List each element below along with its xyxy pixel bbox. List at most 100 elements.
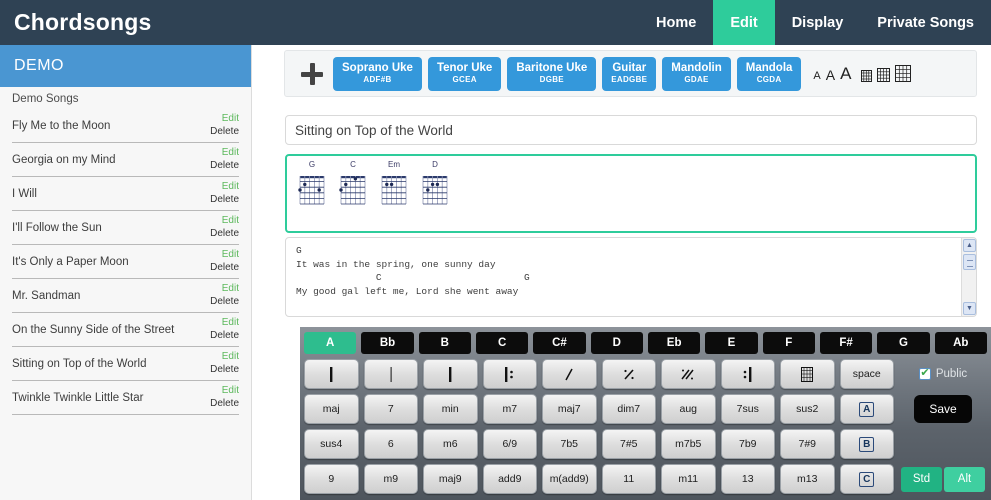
chord-modifier-maj9[interactable]: maj9: [423, 464, 478, 494]
song-list-item[interactable]: Georgia on my Mind Edit Delete: [12, 143, 239, 177]
song-list-item[interactable]: It's Only a Paper Moon Edit Delete: [12, 245, 239, 279]
root-key-E[interactable]: E: [705, 332, 758, 354]
song-list-item[interactable]: Mr. Sandman Edit Delete: [12, 279, 239, 313]
root-key-Eb[interactable]: Eb: [647, 332, 701, 354]
scroll-down-icon[interactable]: ▼: [963, 302, 976, 315]
song-list-item[interactable]: I Will Edit Delete: [12, 177, 239, 211]
lyrics-editor[interactable]: G It was in the spring, one sunny day C …: [285, 237, 977, 317]
chord-modifier-9[interactable]: 9: [304, 464, 359, 494]
song-edit-link[interactable]: Edit: [222, 317, 239, 330]
font-size-large-icon[interactable]: A: [840, 65, 851, 82]
chord-modifier-maj7[interactable]: maj7: [542, 394, 597, 424]
song-title-label[interactable]: I Will: [12, 188, 37, 200]
chord-modifier-m6[interactable]: m6: [423, 429, 478, 459]
barline-thick-icon[interactable]: [304, 359, 359, 389]
scroll-thumb[interactable]: [963, 254, 976, 270]
song-edit-link[interactable]: Edit: [222, 147, 239, 160]
song-list-item[interactable]: Sitting on Top of the World Edit Delete: [12, 347, 239, 381]
chord-diagram[interactable]: Em: [377, 160, 411, 208]
instrument-button-tenor-uke[interactable]: Tenor Uke GCEA: [427, 56, 502, 91]
chord-modifier-6-9[interactable]: 6/9: [482, 429, 537, 459]
root-key-C[interactable]: C: [475, 332, 529, 354]
root-key-F[interactable]: F: [762, 332, 815, 354]
plus-icon[interactable]: [299, 61, 325, 87]
instrument-button-baritone-uke[interactable]: Baritone Uke DGBE: [507, 56, 597, 91]
lyrics-textarea[interactable]: G It was in the spring, one sunny day C …: [294, 242, 949, 314]
song-title-input[interactable]: [285, 115, 977, 145]
std-button[interactable]: Std: [901, 466, 942, 492]
nav-item-edit[interactable]: Edit: [713, 0, 775, 45]
chord-modifier-7sus[interactable]: 7sus: [720, 394, 775, 424]
grid-small-icon[interactable]: [861, 70, 873, 82]
root-key-Csharp[interactable]: C#: [533, 332, 586, 354]
song-title-label[interactable]: Georgia on my Mind: [12, 154, 116, 166]
font-size-medium-icon[interactable]: A: [826, 68, 835, 82]
chord-modifier-add9[interactable]: add9: [482, 464, 537, 494]
song-delete-link[interactable]: Delete: [210, 296, 239, 309]
space-key[interactable]: space: [839, 359, 894, 389]
chord-modifier-7-5[interactable]: 7#5: [601, 429, 656, 459]
song-edit-link[interactable]: Edit: [222, 249, 239, 262]
nav-item-display[interactable]: Display: [775, 0, 861, 45]
barline-thick-2-icon[interactable]: [423, 359, 478, 389]
lyrics-scrollbar[interactable]: ▲ ▼: [961, 238, 976, 316]
chord-modifier-sus4[interactable]: sus4: [304, 429, 359, 459]
chord-modifier-dim7[interactable]: dim7: [601, 394, 656, 424]
song-title-label[interactable]: Sitting on Top of the World: [12, 358, 146, 370]
nav-item-home[interactable]: Home: [639, 0, 713, 45]
instrument-button-guitar[interactable]: Guitar EADGBE: [602, 56, 657, 91]
song-title-label[interactable]: Twinkle Twinkle Little Star: [12, 392, 143, 404]
chord-modifier-min[interactable]: min: [423, 394, 478, 424]
chord-diagram[interactable]: C: [336, 160, 370, 208]
chord-modifier-m11[interactable]: m11: [661, 464, 716, 494]
chord-modifier-sus2[interactable]: sus2: [780, 394, 835, 424]
chord-modifier-m7b5[interactable]: m7b5: [661, 429, 716, 459]
chord-modifier-aug[interactable]: aug: [661, 394, 716, 424]
instrument-button-mandola[interactable]: Mandola CGDA: [736, 56, 802, 91]
song-title-label[interactable]: I'll Follow the Sun: [12, 222, 102, 234]
chord-modifier-7b9[interactable]: 7b9: [720, 429, 775, 459]
song-title-label[interactable]: It's Only a Paper Moon: [12, 256, 129, 268]
song-edit-link[interactable]: Edit: [222, 283, 239, 296]
grid-medium-icon[interactable]: [877, 68, 891, 82]
save-button[interactable]: Save: [914, 395, 972, 423]
chord-modifier-7b5[interactable]: 7b5: [542, 429, 597, 459]
song-list-item[interactable]: I'll Follow the Sun Edit Delete: [12, 211, 239, 245]
song-title-label[interactable]: Mr. Sandman: [12, 290, 80, 302]
song-delete-link[interactable]: Delete: [210, 228, 239, 241]
root-key-A[interactable]: A: [304, 332, 357, 354]
alt-button[interactable]: Alt: [944, 466, 985, 492]
root-key-D[interactable]: D: [590, 332, 643, 354]
public-checkbox[interactable]: Public: [918, 367, 967, 380]
chord-diagram[interactable]: G: [295, 160, 329, 208]
nav-item-private-songs[interactable]: Private Songs: [860, 0, 991, 45]
chord-modifier-m-add9-[interactable]: m(add9): [542, 464, 597, 494]
chord-diagram[interactable]: D: [418, 160, 452, 208]
song-delete-link[interactable]: Delete: [210, 330, 239, 343]
barline-thin-icon[interactable]: [363, 359, 418, 389]
section-key-A[interactable]: A: [839, 394, 894, 424]
chord-modifier-11[interactable]: 11: [601, 464, 656, 494]
song-delete-link[interactable]: Delete: [210, 364, 239, 377]
section-key-C[interactable]: C: [839, 464, 894, 494]
chord-modifier-m9[interactable]: m9: [363, 464, 418, 494]
song-list-item[interactable]: Fly Me to the Moon Edit Delete: [12, 109, 239, 143]
chord-modifier-m7[interactable]: m7: [482, 394, 537, 424]
song-edit-link[interactable]: Edit: [222, 385, 239, 398]
instrument-button-mandolin[interactable]: Mandolin GDAE: [662, 56, 731, 91]
song-edit-link[interactable]: Edit: [222, 181, 239, 194]
scroll-up-icon[interactable]: ▲: [963, 239, 976, 252]
root-key-Ab[interactable]: Ab: [934, 332, 987, 354]
chord-modifier-7[interactable]: 7: [363, 394, 418, 424]
section-key-B[interactable]: B: [839, 429, 894, 459]
chord-grid-icon[interactable]: [780, 359, 835, 389]
song-delete-link[interactable]: Delete: [210, 194, 239, 207]
repeat-two-measure-icon[interactable]: [661, 359, 716, 389]
chord-modifier-7-9[interactable]: 7#9: [780, 429, 835, 459]
chord-modifier-6[interactable]: 6: [363, 429, 418, 459]
chord-modifier-m13[interactable]: m13: [780, 464, 835, 494]
chord-modifier-13[interactable]: 13: [720, 464, 775, 494]
song-title-label[interactable]: On the Sunny Side of the Street: [12, 324, 174, 336]
song-title-label[interactable]: Fly Me to the Moon: [12, 120, 110, 132]
song-delete-link[interactable]: Delete: [210, 126, 239, 139]
